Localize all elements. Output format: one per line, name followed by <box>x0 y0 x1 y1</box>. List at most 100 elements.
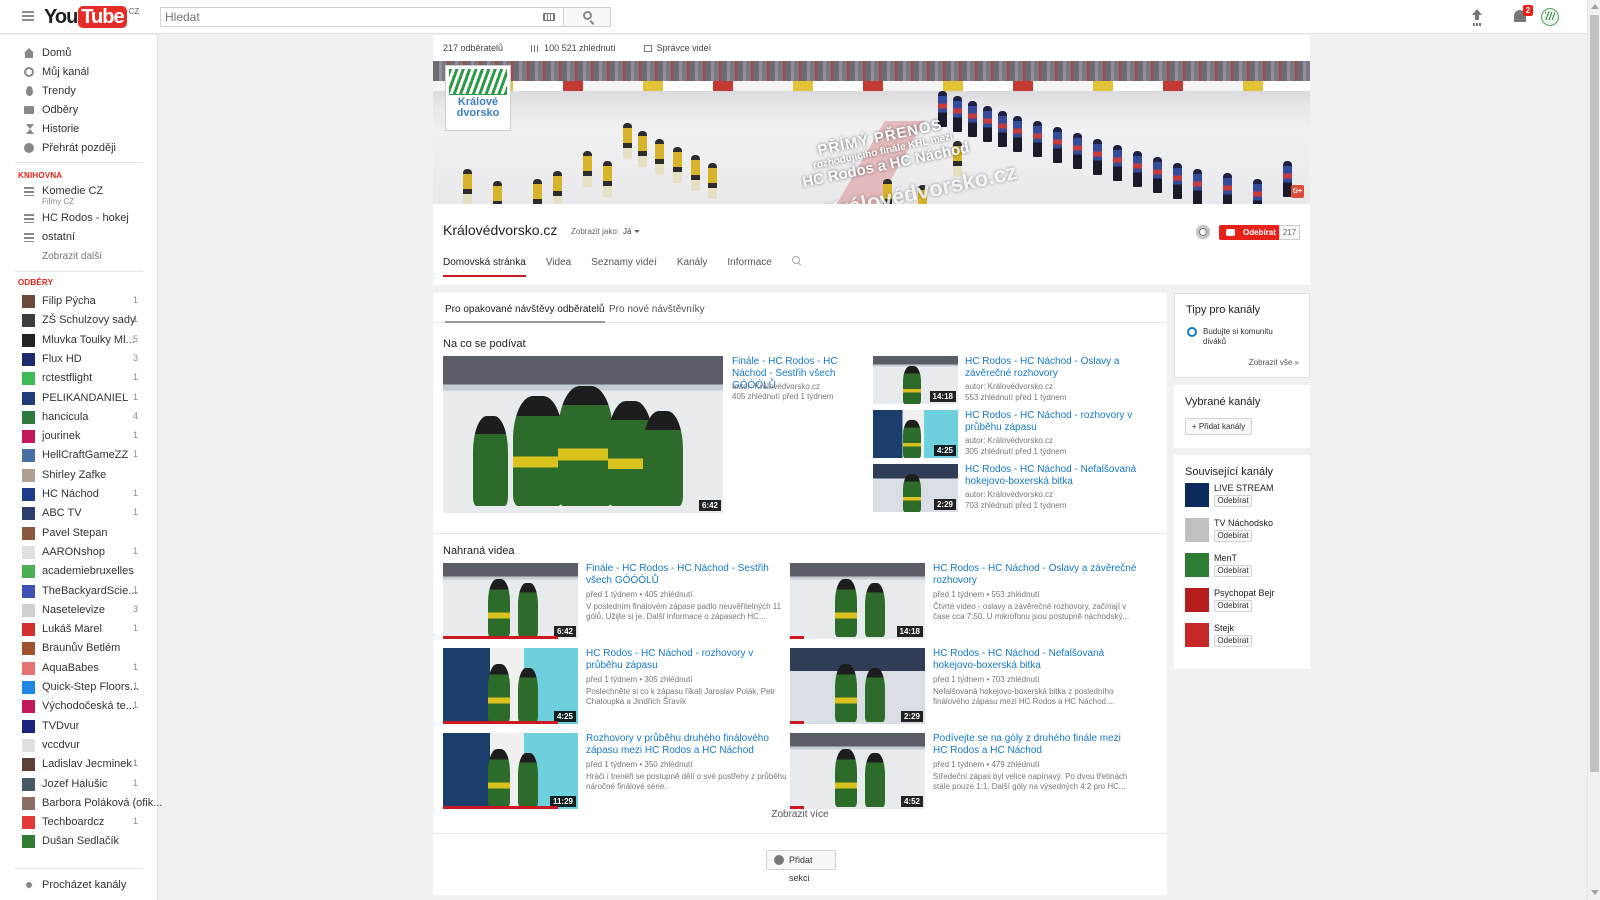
sidebar-item-trending[interactable]: Trendy <box>0 82 158 101</box>
add-channels-button[interactable]: + Přidat kanály <box>1185 418 1252 435</box>
subscription-item[interactable]: Techboardcz 1 <box>0 813 158 832</box>
subscription-item[interactable]: TheBackyardScie... 1 <box>0 582 158 601</box>
video-thumbnail[interactable]: 14:18 <box>790 563 925 639</box>
video-thumbnail[interactable]: 14:18 <box>873 356 958 404</box>
tab-channels[interactable]: Kanály <box>677 257 708 277</box>
subscription-item[interactable]: ABC TV 1 <box>0 504 158 523</box>
subscription-item[interactable]: Flux HD 3 <box>0 350 158 369</box>
tip-radio-icon[interactable] <box>1187 327 1197 337</box>
related-channel-avatar[interactable] <box>1185 623 1209 647</box>
subscription-item[interactable]: Lukáš Marel 1 <box>0 620 158 639</box>
subscription-item[interactable]: Barbora Poláková (ofik... <box>0 794 162 813</box>
video-thumbnail[interactable]: 4:25 <box>873 410 958 458</box>
video-thumbnail[interactable]: 4:25 <box>443 648 578 724</box>
subscription-item[interactable]: HellCraftGameZZ 1 <box>0 446 158 465</box>
video-thumbnail[interactable]: 6:42 <box>443 563 578 639</box>
sidebar-item-watch-later[interactable]: Přehrát později <box>0 139 158 158</box>
show-more-link[interactable]: Zobrazit více <box>433 809 1167 820</box>
subscription-item[interactable]: Dušan Sedlačík <box>0 832 158 851</box>
subscription-item[interactable]: Nasetelevize 3 <box>0 601 158 620</box>
related-channel-name[interactable]: LIVE STREAM <box>1214 483 1274 493</box>
subscription-item[interactable]: Braunův Betlém <box>0 639 158 658</box>
sidebar-item-browse-channels[interactable]: Procházet kanály <box>0 876 158 895</box>
add-section-button[interactable]: Přidat sekci <box>766 850 836 883</box>
video-title[interactable]: Rozhovory v průběhu druhého finálového z… <box>586 733 791 757</box>
library-show-more[interactable]: Zobrazit další <box>42 251 102 262</box>
sidebar-item-playlist[interactable]: HC Rodos - hokej <box>0 209 158 228</box>
tip-item[interactable]: Budujte si komunitu diváků <box>1203 327 1273 347</box>
tab-playlists[interactable]: Seznamy videí <box>591 257 657 277</box>
related-channel-name[interactable]: Psychopat Bejr <box>1214 588 1275 598</box>
related-subscribe-button[interactable]: Odebírat <box>1214 530 1252 542</box>
subscription-item[interactable]: Quick-Step Floors... 1 <box>0 678 158 697</box>
subscription-item[interactable]: academiebruxelles <box>0 562 158 581</box>
subscription-item[interactable]: Ladislav Jecminek 1 <box>0 755 158 774</box>
scroll-up-icon[interactable] <box>1591 4 1599 9</box>
subscription-item[interactable]: Jozef Halušic 1 <box>0 775 158 794</box>
sidebar-item-playlist[interactable]: Komedie CZ Filmy CZ <box>0 182 158 206</box>
related-channel-avatar[interactable] <box>1185 588 1209 612</box>
subscription-item[interactable]: ZŠ Schulzovy sady 1 <box>0 311 158 330</box>
video-title[interactable]: Podívejte se na góly z druhého finále me… <box>933 733 1138 757</box>
related-channel-avatar[interactable] <box>1185 518 1209 542</box>
subscription-item[interactable]: PELIKANDANIEL 1 <box>0 389 158 408</box>
video-author[interactable]: autor: Královédvorsko.cz <box>965 490 1053 500</box>
related-subscribe-button[interactable]: Odebírat <box>1214 565 1252 577</box>
related-channel-avatar[interactable] <box>1185 483 1209 507</box>
upload-icon[interactable] <box>1470 9 1484 25</box>
sidebar-item-home[interactable]: Domů <box>0 44 158 63</box>
sidebar-item-playlist[interactable]: ostatní <box>0 228 158 247</box>
video-manager-link[interactable]: Správce videí <box>643 43 711 53</box>
search-input[interactable] <box>161 8 521 26</box>
scrollbar-thumb[interactable] <box>1590 15 1599 772</box>
related-subscribe-button[interactable]: Odebírat <box>1214 600 1252 612</box>
sidebar-item-subscriptions[interactable]: Odběry <box>0 101 158 120</box>
google-plus-icon[interactable]: G+ <box>1291 185 1304 198</box>
tab-videos[interactable]: Videa <box>546 257 571 277</box>
sidebar-item-my-channel[interactable]: Můj kanál <box>0 63 158 82</box>
video-title[interactable]: HC Rodos - HC Náchod - Nefalšovaná hokej… <box>965 464 1155 488</box>
gear-icon[interactable] <box>1196 225 1210 239</box>
channel-name[interactable]: Královédvorsko.cz <box>443 222 557 238</box>
featured-video-author[interactable]: autor: Královédvorsko.cz <box>732 382 820 392</box>
subscription-item[interactable]: HC Náchod 1 <box>0 485 158 504</box>
subscription-item[interactable]: hancicula 4 <box>0 408 158 427</box>
tab-returning-subscribers[interactable]: Pro opakované návštěvy odběratelů <box>445 304 605 323</box>
video-title[interactable]: HC Rodos - HC Náchod - Oslavy a závěrečn… <box>933 563 1138 587</box>
subscription-item[interactable]: AquaBabes 1 <box>0 659 158 678</box>
subscribe-button[interactable]: Odebírat <box>1219 225 1279 240</box>
video-title[interactable]: HC Rodos - HC Náchod - Nefalšovaná hokej… <box>933 648 1138 672</box>
video-thumbnail[interactable]: 11:29 <box>443 733 578 809</box>
video-title[interactable]: HC Rodos - HC Náchod - Oslavy a závěrečn… <box>965 356 1155 380</box>
tab-new-visitors[interactable]: Pro nové návštěvníky <box>609 304 705 323</box>
channel-logo[interactable]: Králové dvorsko <box>445 65 511 131</box>
youtube-logo[interactable]: You Tube CZ <box>44 6 139 28</box>
keyboard-icon[interactable] <box>543 13 555 21</box>
search-button[interactable] <box>563 7 611 27</box>
tips-show-all[interactable]: Zobrazit vše » <box>1249 358 1299 367</box>
menu-icon[interactable] <box>22 11 34 21</box>
video-thumbnail[interactable]: 4:52 <box>790 733 925 809</box>
related-subscribe-button[interactable]: Odebírat <box>1214 495 1252 507</box>
subscription-item[interactable]: Pavel Stepan <box>0 524 158 543</box>
subscription-item[interactable]: rctestflight 1 <box>0 369 158 388</box>
video-thumbnail[interactable]: 2:29 <box>873 464 958 512</box>
related-subscribe-button[interactable]: Odebírat <box>1214 635 1252 647</box>
video-thumbnail[interactable]: 2:29 <box>790 648 925 724</box>
related-channel-name[interactable]: Stejk <box>1214 623 1234 633</box>
account-avatar[interactable] <box>1541 8 1559 26</box>
related-channel-name[interactable]: TV Náchodsko <box>1214 518 1273 528</box>
subscription-item[interactable]: Shirley Zafke <box>0 466 158 485</box>
related-channel-avatar[interactable] <box>1185 553 1209 577</box>
page-scrollbar[interactable] <box>1587 0 1600 900</box>
subscription-item[interactable]: jourinek 1 <box>0 427 158 446</box>
subscription-item[interactable]: vccdvur <box>0 736 158 755</box>
video-author[interactable]: autor: Královédvorsko.cz <box>965 382 1053 392</box>
video-title[interactable]: Finále - HC Rodos - HC Náchod - Sestřih … <box>586 563 791 587</box>
channel-search-icon[interactable] <box>791 256 802 266</box>
sidebar-item-history[interactable]: Historie <box>0 120 158 139</box>
subscription-item[interactable]: Mluvka Toulky Ml... 5 <box>0 331 158 350</box>
video-title[interactable]: HC Rodos - HC Náchod - rozhovory v průbě… <box>965 410 1155 434</box>
scroll-down-icon[interactable] <box>1591 890 1599 895</box>
video-author[interactable]: autor: Královédvorsko.cz <box>965 436 1053 446</box>
